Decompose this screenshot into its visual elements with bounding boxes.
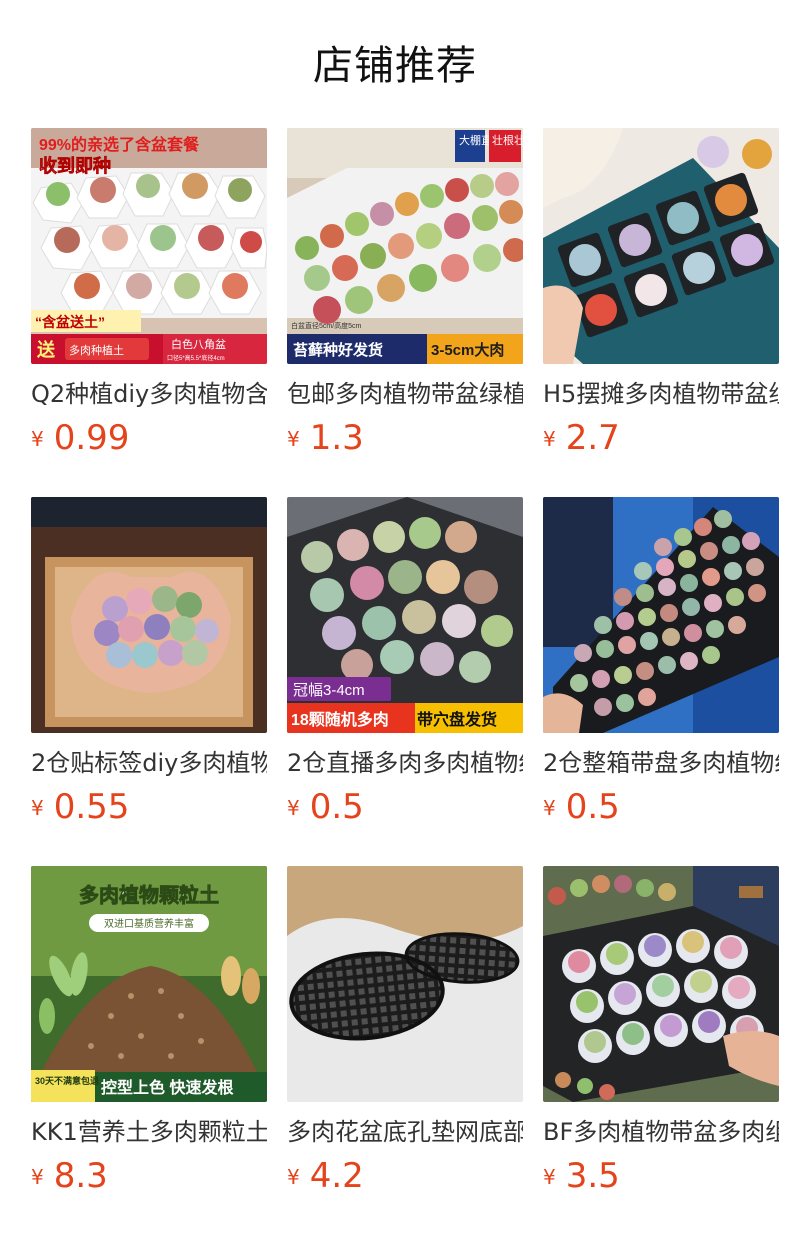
product-image[interactable] (543, 866, 779, 1102)
product-name[interactable]: BF多肉植物带盆多肉组合 (543, 1116, 779, 1148)
product-image[interactable]: 99%的亲选了含盆套餐 收到即种 “含盆送土” 送 多肉种植土 白色八角盆 口径… (31, 128, 267, 364)
currency-symbol: ¥ (287, 796, 300, 820)
price-value: 0.5 (309, 787, 364, 827)
price-value: 0.99 (53, 418, 130, 458)
currency-symbol: ¥ (31, 1165, 44, 1189)
product-name[interactable]: 包邮多肉植物带盆绿植 (287, 378, 523, 410)
product-name[interactable]: 多肉花盆底孔垫网底部防漏 (287, 1116, 523, 1148)
svg-text:冠幅3-4cm: 冠幅3-4cm (293, 682, 365, 699)
currency-symbol: ¥ (543, 1165, 556, 1189)
product-price: ¥3.5 (543, 1156, 779, 1202)
product-name[interactable]: H5摆摊多肉植物带盆组合 (543, 378, 779, 410)
svg-text:多肉植物颗粒土: 多肉植物颗粒土 (79, 883, 219, 907)
product-price: ¥0.5 (287, 787, 523, 833)
product-price: ¥2.7 (543, 418, 779, 464)
svg-text:双进口基质营养丰富: 双进口基质营养丰富 (104, 917, 194, 930)
image-banner-text: 99%的亲选了含盆套餐 (39, 135, 200, 154)
product-image[interactable]: 大棚直发 壮根壮苗 白盆直径5cm/高度5cm 苔藓种好发货 3-5cm大肉 (287, 128, 523, 364)
product-image[interactable]: 多肉植物颗粒土 双进口基质营养丰富 30天不满意包退 控型上色 快速发根 (31, 866, 267, 1102)
price-value: 8.3 (53, 1156, 108, 1196)
currency-symbol: ¥ (31, 427, 44, 451)
product-name[interactable]: Q2种植diy多肉植物含盆套餐 (31, 378, 267, 410)
product-price: ¥8.3 (31, 1156, 267, 1202)
product-image[interactable]: 冠幅3-4cm 18颗随机多肉 带穴盘发货 (287, 497, 523, 733)
product-image[interactable] (543, 128, 779, 364)
svg-text:壮根壮苗: 壮根壮苗 (492, 133, 523, 147)
product-card[interactable]: 2仓整箱带盘多肉植物组合 ¥0.5 (543, 497, 779, 866)
price-value: 2.7 (565, 418, 620, 458)
product-image[interactable] (287, 866, 523, 1102)
product-card[interactable]: 多肉植物颗粒土 双进口基质营养丰富 30天不满意包退 控型上色 快速发根 KK1… (31, 866, 267, 1234)
svg-text:白色八角盆: 白色八角盆 (171, 337, 226, 351)
product-name[interactable]: 2仓贴标签diy多肉植物组合 (31, 747, 267, 779)
price-value: 0.55 (53, 787, 130, 827)
product-grid: 99%的亲选了含盆套餐 收到即种 “含盆送土” 送 多肉种植土 白色八角盆 口径… (31, 128, 779, 1234)
product-card[interactable]: BF多肉植物带盆多肉组合 ¥3.5 (543, 866, 779, 1234)
product-card[interactable]: 99%的亲选了含盆套餐 收到即种 “含盆送土” 送 多肉种植土 白色八角盆 口径… (31, 128, 267, 497)
price-value: 1.3 (309, 418, 364, 458)
product-card[interactable]: 大棚直发 壮根壮苗 白盆直径5cm/高度5cm 苔藓种好发货 3-5cm大肉 包… (287, 128, 523, 497)
product-price: ¥0.55 (31, 787, 267, 833)
svg-text:口径5*高5.5*底径4cm: 口径5*高5.5*底径4cm (167, 354, 225, 362)
product-name[interactable]: KK1营养土多肉颗粒土通用 (31, 1116, 267, 1148)
currency-symbol: ¥ (543, 427, 556, 451)
svg-text:控型上色 快速发根: 控型上色 快速发根 (101, 1078, 233, 1097)
svg-text:白盆直径5cm/高度5cm: 白盆直径5cm/高度5cm (291, 321, 362, 330)
currency-symbol: ¥ (287, 1165, 300, 1189)
product-price: ¥1.3 (287, 418, 523, 464)
svg-text:3-5cm大肉: 3-5cm大肉 (431, 341, 504, 359)
price-value: 4.2 (309, 1156, 364, 1196)
svg-text:“含盆送土”: “含盆送土” (35, 314, 105, 330)
currency-symbol: ¥ (287, 427, 300, 451)
product-price: ¥0.5 (543, 787, 779, 833)
svg-text:带穴盘发货: 带穴盘发货 (417, 710, 497, 729)
price-value: 0.5 (565, 787, 620, 827)
section-title: 店铺推荐 (313, 43, 477, 89)
product-name[interactable]: 2仓整箱带盘多肉植物组合 (543, 747, 779, 779)
product-image[interactable] (543, 497, 779, 733)
product-card[interactable]: 多肉花盆底孔垫网底部防漏 ¥4.2 (287, 866, 523, 1234)
svg-text:多肉种植土: 多肉种植土 (69, 343, 124, 357)
svg-text:18颗随机多肉: 18颗随机多肉 (291, 710, 389, 729)
product-price: ¥0.99 (31, 418, 267, 464)
product-price: ¥4.2 (287, 1156, 523, 1202)
store-recommendation-page: 店铺推荐 99%的亲选了含盆套餐 收到即种 “含盆送土” 送 多肉种植土 白色八… (0, 0, 790, 1234)
price-value: 3.5 (565, 1156, 620, 1196)
product-card[interactable]: 冠幅3-4cm 18颗随机多肉 带穴盘发货 2仓直播多肉多肉植物组合 ¥0.5 (287, 497, 523, 866)
product-image[interactable] (31, 497, 267, 733)
currency-symbol: ¥ (543, 796, 556, 820)
product-card[interactable]: 2仓贴标签diy多肉植物组合 ¥0.55 (31, 497, 267, 866)
svg-text:送: 送 (36, 339, 56, 360)
currency-symbol: ¥ (31, 796, 44, 820)
product-name[interactable]: 2仓直播多肉多肉植物组合 (287, 747, 523, 779)
svg-text:苔藓种好发货: 苔藓种好发货 (293, 341, 383, 359)
svg-text:30天不满意包退: 30天不满意包退 (35, 1075, 99, 1086)
svg-text:收到即种: 收到即种 (39, 155, 111, 176)
product-card[interactable]: H5摆摊多肉植物带盆组合 ¥2.7 (543, 128, 779, 497)
